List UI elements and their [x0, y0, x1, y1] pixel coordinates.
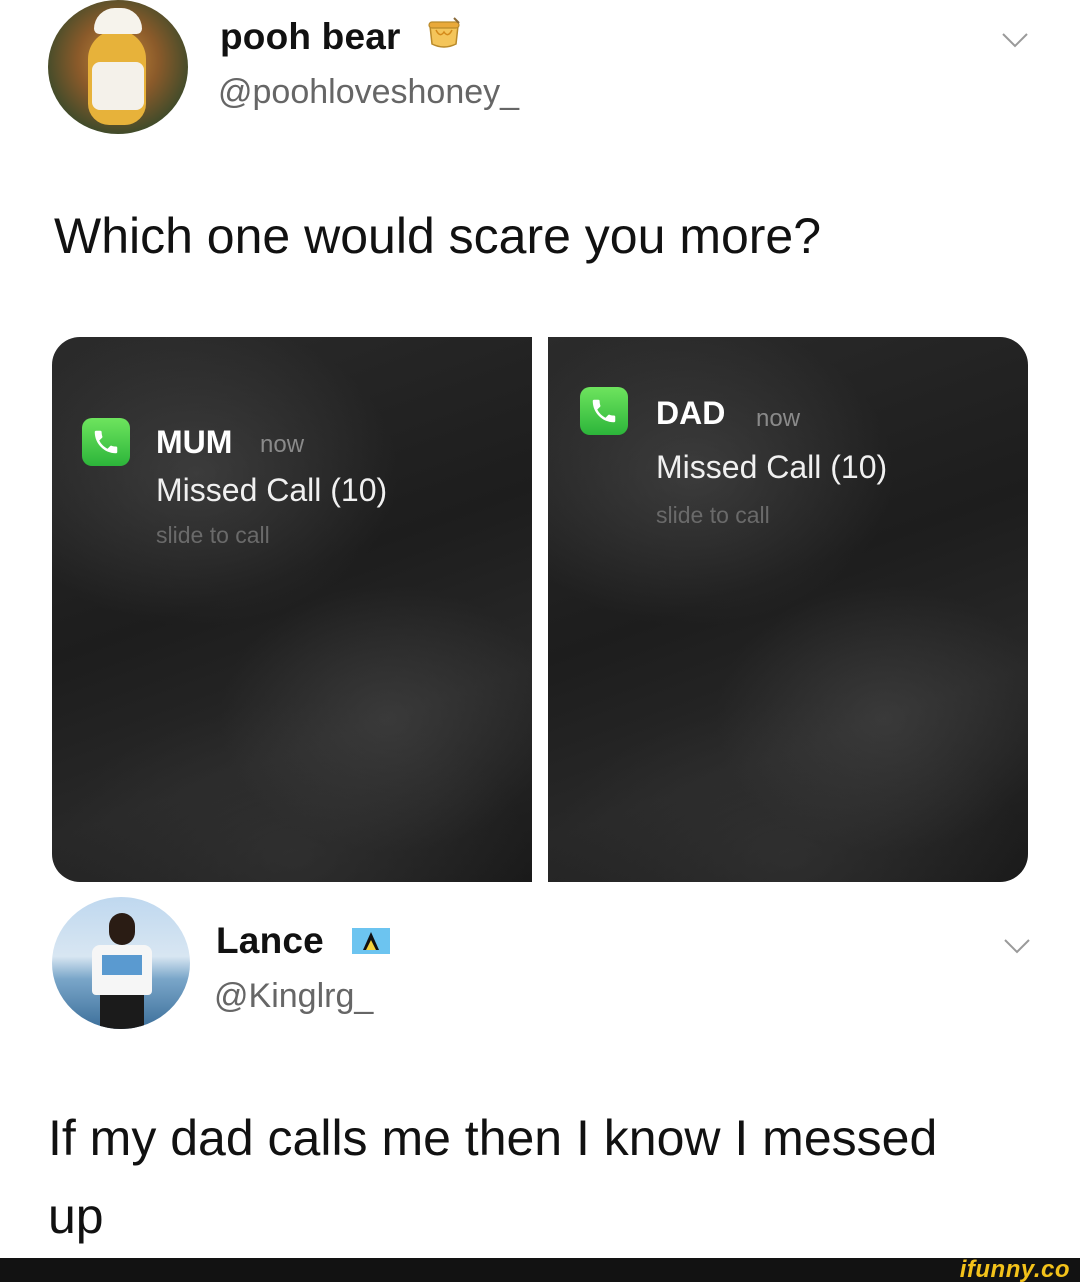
- pooh-bear-avatar[interactable]: [48, 0, 188, 134]
- missed-call-text: Missed Call (10): [656, 449, 888, 485]
- watermark-bar: ifunny.co: [0, 1256, 1080, 1283]
- slide-to-call-text[interactable]: slide to call: [656, 502, 770, 529]
- slide-to-call-text[interactable]: slide to call: [156, 522, 270, 549]
- lance-avatar[interactable]: [52, 897, 190, 1029]
- chevron-down-icon[interactable]: [1002, 936, 1032, 956]
- tweet1-display-name[interactable]: pooh bear: [220, 16, 401, 58]
- dad-notification-panel: DAD now Missed Call (10) slide to call: [548, 337, 1028, 882]
- phone-app-icon: [82, 418, 130, 466]
- notification-time: now: [756, 405, 801, 432]
- avatar-legs: [100, 995, 144, 1029]
- tweet2-text-line1: If my dad calls me then I know I messed: [48, 1110, 938, 1166]
- honey-pot-icon: [428, 17, 460, 48]
- avatar-hat: [94, 8, 142, 34]
- saint-lucia-flag-icon: [352, 928, 390, 954]
- ifunny-watermark: ifunny.co: [959, 1256, 1070, 1283]
- caller-name: MUM: [156, 424, 233, 460]
- avatar-shirt: [92, 62, 144, 110]
- chevron-down-icon[interactable]: [1000, 30, 1030, 50]
- phone-app-icon: [580, 387, 628, 435]
- avatar-head: [109, 913, 135, 945]
- mum-notification-panel: MUM now Missed Call (10) slide to call: [52, 337, 532, 882]
- caller-name: DAD: [656, 395, 726, 431]
- tweet2-handle[interactable]: @Kinglrg_: [214, 977, 373, 1016]
- tweet2-display-name[interactable]: Lance: [216, 920, 324, 962]
- tweet2-text-line2: up: [48, 1188, 104, 1244]
- tweet1-handle[interactable]: @poohloveshoney_: [218, 73, 519, 112]
- missed-call-text: Missed Call (10): [156, 472, 388, 508]
- notification-time: now: [260, 431, 305, 458]
- tweet1-text: Which one would scare you more?: [54, 208, 822, 264]
- avatar-shirt-print: [102, 955, 142, 975]
